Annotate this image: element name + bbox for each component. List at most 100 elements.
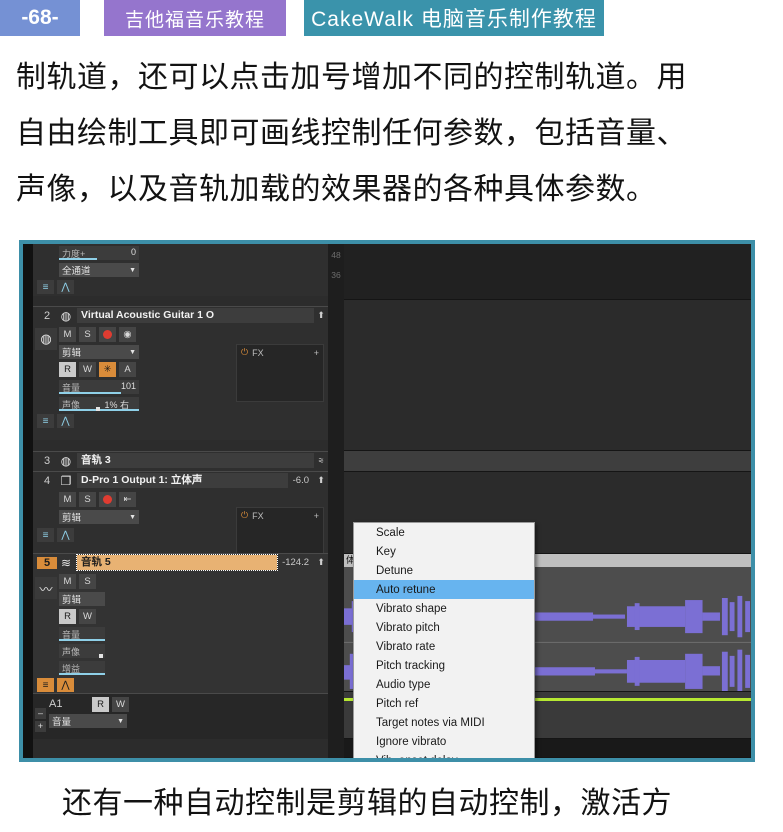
track-3-name[interactable]: 音轨 3 <box>77 453 314 468</box>
automation-lane-name[interactable]: A1 <box>49 698 89 710</box>
menu-item-pitch-ref[interactable]: Pitch ref <box>354 694 534 713</box>
track-4-mute-button[interactable]: M <box>59 492 76 507</box>
track-5-pan-knob[interactable] <box>99 654 103 658</box>
track-2-read-button[interactable]: R <box>59 362 76 377</box>
clip-lane-3[interactable] <box>344 451 751 472</box>
automation-lane-row[interactable]: A1 R W 音量 ▼ – + <box>33 693 328 739</box>
track-2-input-echo-button[interactable]: ◉ <box>119 327 136 342</box>
mix-icon[interactable]: ≡ <box>37 678 54 692</box>
auto-tune-parameter-submenu[interactable]: Scale Key Detune Auto retune Vibrato sha… <box>353 522 535 758</box>
track-3-header: 3 ◍ 音轨 3 ⩬ <box>33 452 328 469</box>
track-2-collapse-icon[interactable]: ⬆ <box>314 310 328 321</box>
waveform-icon: ≋ <box>60 555 72 570</box>
track-5-value: -124.2 <box>282 557 309 568</box>
track-2-fx-add-icon[interactable]: + <box>314 348 319 358</box>
menu-item-vibrato-rate-label: Vibrato rate <box>376 640 436 653</box>
menu-item-pitch-tracking[interactable]: Pitch tracking <box>354 656 534 675</box>
track-5-solo-button[interactable]: S <box>79 574 96 589</box>
menu-item-vib-onset-delay-label: Vib. onset delay <box>376 755 458 759</box>
track-5-edit-combo[interactable]: 剪辑 <box>59 592 105 606</box>
track-5-name[interactable]: 音轨 5 <box>75 554 279 571</box>
menu-item-vib-onset-delay[interactable]: Vib. onset delay <box>354 751 534 759</box>
track-2-fx-bin[interactable]: ⏻ FX + <box>236 344 324 402</box>
track-5-read-button[interactable]: R <box>59 609 76 624</box>
track-5-waveform-icon[interactable]: 〰 <box>35 577 57 599</box>
track-2-snapshot-button[interactable]: ✳ <box>99 362 116 377</box>
track-row-3[interactable]: 3 ◍ 音轨 3 ⩬ <box>33 451 328 471</box>
track-5-write-button[interactable]: W <box>79 609 96 624</box>
power-icon[interactable]: ⏻ <box>241 347 248 358</box>
menu-item-ignore-vibrato[interactable]: Ignore vibrato <box>354 732 534 751</box>
menu-item-scale[interactable]: Scale <box>354 523 534 542</box>
track-row-1[interactable]: 力度+ 0 全通道 ▼ ≡ ⋀ <box>33 244 328 296</box>
menu-item-key[interactable]: Key <box>354 542 534 561</box>
track-2-pan-slider[interactable]: 声像 1% 右 <box>59 397 139 411</box>
track-row-5[interactable]: 5 ≋ 音轨 5 -124.2 ⬆ 〰 M S 剪辑 R W 音量 声像 增益 … <box>33 553 328 693</box>
menu-item-auto-retune[interactable]: Auto retune <box>354 580 534 599</box>
remove-lane-button[interactable]: – <box>35 708 46 719</box>
track-2-solo-button[interactable]: S <box>79 327 96 342</box>
track-5-volume-fill <box>59 639 105 641</box>
track-2-pan-knob[interactable] <box>96 407 100 411</box>
track-1-velocity-value: 0 <box>130 247 136 257</box>
menu-item-vibrato-rate[interactable]: Vibrato rate <box>354 637 534 656</box>
automation-read-button[interactable]: R <box>92 696 109 712</box>
automation-lane-header: A1 R W <box>33 694 328 714</box>
track-5-pan-slider[interactable]: 声像 <box>59 644 105 658</box>
menu-item-vibrato-pitch[interactable]: Vibrato pitch <box>354 618 534 637</box>
menu-item-auto-retune-label: Auto retune <box>376 583 436 596</box>
automation-icon[interactable]: ⋀ <box>57 414 74 428</box>
clip-lane-2[interactable] <box>344 300 751 451</box>
automation-param-combo[interactable]: 音量 ▼ <box>49 714 127 728</box>
automation-icon[interactable]: ⋀ <box>57 678 74 692</box>
track-2-write-button[interactable]: W <box>79 362 96 377</box>
track-5-collapse-icon[interactable]: ⬆ <box>314 557 328 568</box>
menu-item-audio-type[interactable]: Audio type <box>354 675 534 694</box>
menu-item-vibrato-shape[interactable]: Vibrato shape <box>354 599 534 618</box>
automation-write-button[interactable]: W <box>112 696 129 712</box>
track-4-solo-button[interactable]: S <box>79 492 96 507</box>
menu-item-ignore-vibrato-label: Ignore vibrato <box>376 735 447 748</box>
track-5-gain-slider[interactable]: 增益 <box>59 661 105 675</box>
track-5-automation-buttons: R W <box>59 609 328 624</box>
track-5-pan-label: 声像 <box>62 647 81 657</box>
track-5-volume-slider[interactable]: 音量 <box>59 627 105 641</box>
track-5-mute-button[interactable]: M <box>59 574 76 589</box>
automation-icon[interactable]: ⋀ <box>57 528 74 542</box>
automation-icon[interactable]: ⋀ <box>57 280 74 294</box>
track-2-transport-buttons: M S ◉ <box>59 327 328 342</box>
menu-item-detune[interactable]: Detune <box>354 561 534 580</box>
track-4-record-button[interactable] <box>99 492 116 507</box>
track-2-instrument-icon[interactable]: ◍ <box>35 328 57 350</box>
mix-icon[interactable]: ≡ <box>37 528 54 542</box>
track-2-mute-button[interactable]: M <box>59 327 76 342</box>
mix-icon[interactable]: ≡ <box>37 414 54 428</box>
track-2-volume-slider[interactable]: 音量 101 <box>59 380 139 394</box>
track-4-name[interactable]: D-Pro 1 Output 1: 立体声 <box>77 473 288 488</box>
track-5-gain-fill <box>59 673 105 675</box>
track-4-input-echo-button[interactable]: ⇤ <box>119 492 136 507</box>
audio-icon: ❐ <box>60 473 72 488</box>
header-spacer-1 <box>80 0 104 36</box>
track-row-2[interactable]: 2 ◍ Virtual Acoustic Guitar 1 O ⬆ ◍ M S … <box>33 306 328 440</box>
automation-lane-buttons: – + <box>35 708 47 732</box>
track-row-4[interactable]: 4 ❐ D-Pro 1 Output 1: 立体声 -6.0 ⬆ M S ⇤ 剪… <box>33 471 328 565</box>
automation-lane-body: 音量 ▼ <box>33 714 328 728</box>
track-1-velocity-slider[interactable]: 力度+ 0 <box>59 246 139 260</box>
track-4-fx-add-icon[interactable]: + <box>314 511 319 521</box>
mix-icon[interactable]: ≡ <box>37 280 54 294</box>
track-1-channel-combo[interactable]: 全通道 ▼ <box>59 263 139 277</box>
clip-lane-1[interactable] <box>344 244 751 300</box>
track-2-name[interactable]: Virtual Acoustic Guitar 1 O <box>77 308 314 323</box>
track-3-collapse-icon[interactable]: ⩬ <box>314 455 328 466</box>
power-icon[interactable]: ⏻ <box>241 510 248 521</box>
track-2-edit-combo[interactable]: 剪辑 ▼ <box>59 345 139 359</box>
add-lane-button[interactable]: + <box>35 721 46 732</box>
menu-item-target-notes-via-midi[interactable]: Target notes via MIDI <box>354 713 534 732</box>
track-pane: 力度+ 0 全通道 ▼ ≡ ⋀ 2 ◍ Virtual Acoustic Gui… <box>23 244 328 758</box>
track-2-record-button[interactable] <box>99 327 116 342</box>
body-paragraph-bottom: 还有一种自动控制是剪辑的自动控制，激活方 <box>62 786 672 821</box>
track-4-edit-combo[interactable]: 剪辑 ▼ <box>59 510 139 524</box>
track-4-collapse-icon[interactable]: ⬆ <box>314 475 328 486</box>
track-2-arm-button[interactable]: A <box>119 362 136 377</box>
